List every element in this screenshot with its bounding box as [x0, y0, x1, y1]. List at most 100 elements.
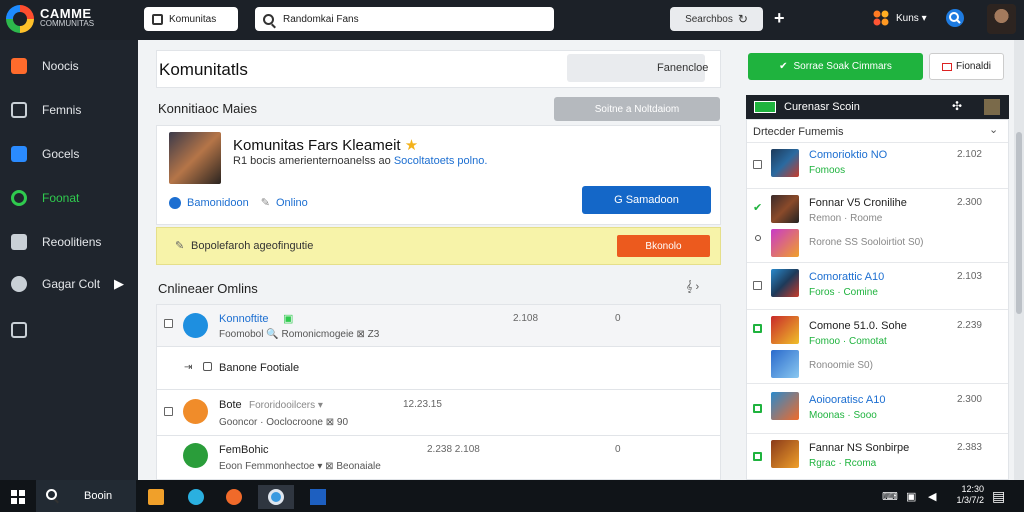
notifications-icon[interactable]: ▤	[992, 488, 1005, 505]
chrome-icon[interactable]	[258, 485, 294, 509]
app-logo[interactable]: CAMME COMMUNITAS	[6, 5, 94, 33]
community-search-field[interactable]: Komunitas	[144, 7, 238, 31]
search-icon	[46, 489, 57, 500]
page-title: Komunitatls	[159, 60, 248, 79]
windows-start-icon[interactable]	[0, 485, 36, 509]
checkbox[interactable]	[753, 160, 762, 169]
item-title[interactable]: Comorioktio NO	[809, 149, 887, 161]
search-icon[interactable]	[946, 9, 964, 27]
user-menu[interactable]: Kuns ▾	[896, 13, 927, 24]
avatar[interactable]	[987, 4, 1016, 34]
radio-icon[interactable]	[755, 235, 761, 241]
members-icon	[169, 196, 181, 209]
list-item[interactable]: Aoiooratisc A10 Moonas · Sooo 2.300	[747, 383, 1008, 433]
list-item[interactable]: Comorioktio NO Fomoos 2.102	[747, 142, 1008, 188]
sidebar-item-femnis[interactable]: Femnis	[0, 88, 138, 132]
checkbox[interactable]	[753, 281, 762, 290]
store-icon[interactable]	[138, 485, 174, 509]
taskbar-search[interactable]: Booin	[36, 480, 136, 512]
item-title[interactable]: Aoiooratisc A10	[809, 394, 885, 406]
sidebar-item-label: Gagar Colt	[42, 277, 101, 291]
collapse-icon[interactable]: ⌄	[989, 123, 998, 136]
sidebar-item-stats[interactable]	[0, 308, 138, 352]
user-name: Kuns	[896, 13, 919, 24]
keyboard-icon[interactable]: ⌨	[882, 490, 898, 503]
list-item[interactable]: Bote Fororidooilcers ▾ Gooncor · Ooclocr…	[157, 391, 720, 436]
expand-icon[interactable]: ⇥	[184, 362, 192, 373]
checkbox[interactable]	[753, 324, 762, 333]
taskbar: Booin ⌨ ▣ ◀ 12:30 1/3/7/2 ▤	[0, 480, 1024, 512]
post-author[interactable]: FemBohic	[219, 444, 269, 456]
search-dropdown[interactable]: Searchbos ↻	[670, 7, 763, 31]
checkbox[interactable]	[753, 404, 762, 413]
firefox-icon[interactable]	[216, 485, 252, 509]
post-count: 0	[615, 313, 621, 324]
post-author[interactable]: Bote	[219, 399, 242, 411]
secondary-action-button[interactable]: Fionaldi	[929, 53, 1004, 80]
sidebar-item-gocels[interactable]: Gocels	[0, 132, 138, 176]
item-title[interactable]: Fonnar V5 Cronilihe	[809, 197, 907, 209]
item-title[interactable]: Fannar NS Sonbirpe	[809, 442, 909, 454]
add-button[interactable]: +	[774, 8, 785, 29]
section-action-button[interactable]: Soitne a Noltdaiom	[554, 97, 720, 121]
item-title[interactable]: Comone 51.0. Sohe	[809, 320, 907, 332]
taskbar-search-label: Booin	[84, 490, 113, 502]
notice-button[interactable]: Bkonolo	[617, 235, 710, 257]
sidebar-item-label: Gocels	[42, 147, 80, 161]
filter-field[interactable]: Fanencloe	[567, 54, 709, 82]
refresh-icon: ↻	[737, 12, 748, 26]
item-time: 2.300	[956, 197, 982, 208]
item-title[interactable]: Comorattic A10	[809, 271, 884, 283]
star-icon: ★	[404, 137, 419, 154]
community-image	[169, 132, 221, 184]
sidebar-item-foonat[interactable]: Foonat	[0, 176, 138, 220]
list-item[interactable]: Konnoftite ▣ Foomobol 🔍 Romonicmogeie ⊠ …	[157, 305, 720, 347]
sidebar-item-reoolitiens[interactable]: Reoolitiens	[0, 220, 138, 264]
section-heading: Cnlineaer Omlins	[158, 281, 258, 296]
checkbox[interactable]	[164, 319, 173, 328]
system-clock[interactable]: 12:30 1/3/7/2	[950, 484, 984, 506]
primary-action-button[interactable]: ✔ Sorrae Soak Cimmars	[748, 53, 923, 80]
sidebar-item-label: Reoolitiens	[42, 235, 102, 249]
list-item[interactable]: Comorattic A10 Foros · Comine 2.103	[747, 262, 1008, 309]
volume-icon[interactable]: ◀	[928, 490, 936, 503]
scrollbar[interactable]	[1014, 40, 1024, 480]
checkbox[interactable]	[164, 407, 173, 416]
section-heading: Konnitiaoc Maies	[158, 101, 257, 116]
notice-text: Bopolefaroh ageofingutie	[191, 240, 314, 252]
section-tools[interactable]: 𝄞 ›	[686, 281, 699, 294]
members-stat[interactable]: Bamonidoon	[187, 197, 249, 209]
avatar	[183, 443, 208, 468]
list-item[interactable]: Fannar NS Sonbirpe Rgrac · Rcoma 2.383	[747, 433, 1008, 479]
join-button[interactable]: G Samadoon	[582, 186, 711, 214]
notice-banner: ✎ Bopolefaroh ageofingutie Bkonolo	[156, 227, 721, 265]
online-stat[interactable]: Onlino	[276, 197, 308, 209]
list-item[interactable]: FemBohic Eoon Femmonhectoe ▾ ⊠ Beonaiale…	[157, 437, 720, 479]
user-badge-icon[interactable]	[873, 10, 889, 26]
community-link[interactable]: Socoltatoets polno.	[394, 155, 488, 167]
filter-label: Fanencloe	[657, 62, 709, 74]
settings-icon[interactable]: ✣	[952, 99, 962, 113]
badge-icon: ▣	[283, 313, 294, 325]
browser-icon[interactable]	[178, 485, 214, 509]
scrollbar-thumb[interactable]	[1016, 132, 1022, 314]
sidebar-item-noocis[interactable]: Noocis	[0, 44, 138, 88]
app-icon[interactable]	[300, 485, 336, 509]
post-author[interactable]: Konnoftite	[219, 313, 269, 325]
logo-icon	[6, 5, 34, 33]
check-icon[interactable]: ✔	[753, 201, 762, 214]
square-icon	[152, 13, 163, 25]
stats-icon	[11, 322, 27, 338]
checkbox[interactable]	[753, 452, 762, 461]
list-item[interactable]: Comone 51.0. Sohe Fomoo · Comotat Ronoom…	[747, 309, 1008, 383]
right-panel: ✔ Sorrae Soak Cimmars Fionaldi Curenasr …	[736, 40, 1024, 480]
list-item[interactable]: ⇥ Banone Footiale	[157, 348, 720, 390]
global-search-field[interactable]: Randomkai Fans	[255, 7, 554, 31]
sidebar-item-gagar-colt[interactable]: Gagar Colt ▶	[0, 262, 138, 306]
post-sub: Gooncor · Ooclocroone ⊠ 90	[219, 417, 348, 428]
list-item[interactable]: ✔ Fonnar V5 Cronilihe Remon · Roome Roro…	[747, 188, 1008, 262]
game-thumbnail	[771, 316, 799, 344]
network-icon[interactable]: ▣	[906, 490, 916, 503]
clock-time: 12:30	[961, 484, 984, 494]
game-thumbnail	[771, 269, 799, 297]
